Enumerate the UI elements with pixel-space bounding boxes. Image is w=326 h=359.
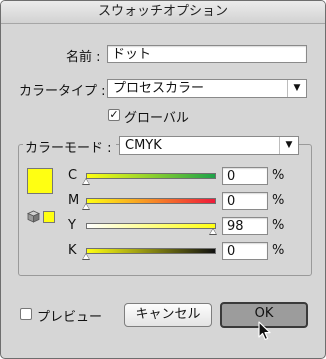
percent-unit: %	[272, 168, 285, 183]
global-checkbox[interactable]: ✓	[108, 109, 120, 121]
value-input-y[interactable]: 98	[222, 217, 268, 235]
slider-track-k[interactable]	[86, 248, 216, 254]
percent-unit: %	[272, 193, 285, 208]
slider-label-c: C	[68, 168, 78, 183]
value-input-c[interactable]: 0	[222, 167, 268, 185]
slider-track-m[interactable]	[86, 198, 216, 204]
global-label: グローバル	[124, 111, 189, 126]
slider-thumb-k[interactable]	[82, 253, 90, 260]
preview-checkbox[interactable]	[20, 308, 32, 320]
color-mode-label: カラーモード :	[23, 137, 116, 156]
dropdown-arrow-icon: ▼	[287, 80, 306, 97]
name-input[interactable]: ドット	[107, 45, 307, 63]
slider-thumb-m[interactable]	[82, 203, 90, 210]
slider-track-y[interactable]	[86, 223, 216, 229]
name-label: 名前 :	[66, 50, 101, 65]
color-type-label: カラータイプ :	[19, 84, 106, 99]
value-input-k[interactable]: 0	[222, 242, 268, 260]
color-preview-swatch	[27, 168, 53, 194]
percent-unit: %	[272, 243, 285, 258]
dropdown-arrow-icon: ▼	[279, 137, 298, 154]
percent-unit: %	[272, 218, 285, 233]
mouse-cursor-icon	[258, 321, 271, 341]
checkmark-icon: ✓	[109, 108, 119, 121]
value-input-m[interactable]: 0	[222, 192, 268, 210]
cancel-button[interactable]: キャンセル	[124, 303, 212, 327]
slider-thumb-c[interactable]	[82, 178, 90, 185]
window-title: スウォッチオプション	[1, 1, 325, 24]
slider-track-c[interactable]	[86, 173, 216, 179]
cube-icon	[27, 210, 40, 223]
slider-thumb-y[interactable]	[209, 228, 218, 235]
color-type-dropdown[interactable]: プロセスカラー ▼	[107, 79, 307, 98]
slider-label-k: K	[68, 243, 77, 258]
swatch-options-dialog: スウォッチオプション 名前 : ドット カラータイプ : プロセスカラー ▼ ✓…	[0, 0, 326, 359]
color-mode-dropdown[interactable]: CMYK ▼	[119, 136, 299, 155]
gamut-swatch[interactable]	[43, 211, 55, 223]
preview-label: プレビュー	[37, 310, 103, 325]
color-mode-value: CMYK	[125, 138, 162, 153]
color-type-value: プロセスカラー	[113, 81, 205, 96]
slider-label-y: Y	[68, 218, 76, 233]
slider-label-m: M	[68, 193, 80, 208]
